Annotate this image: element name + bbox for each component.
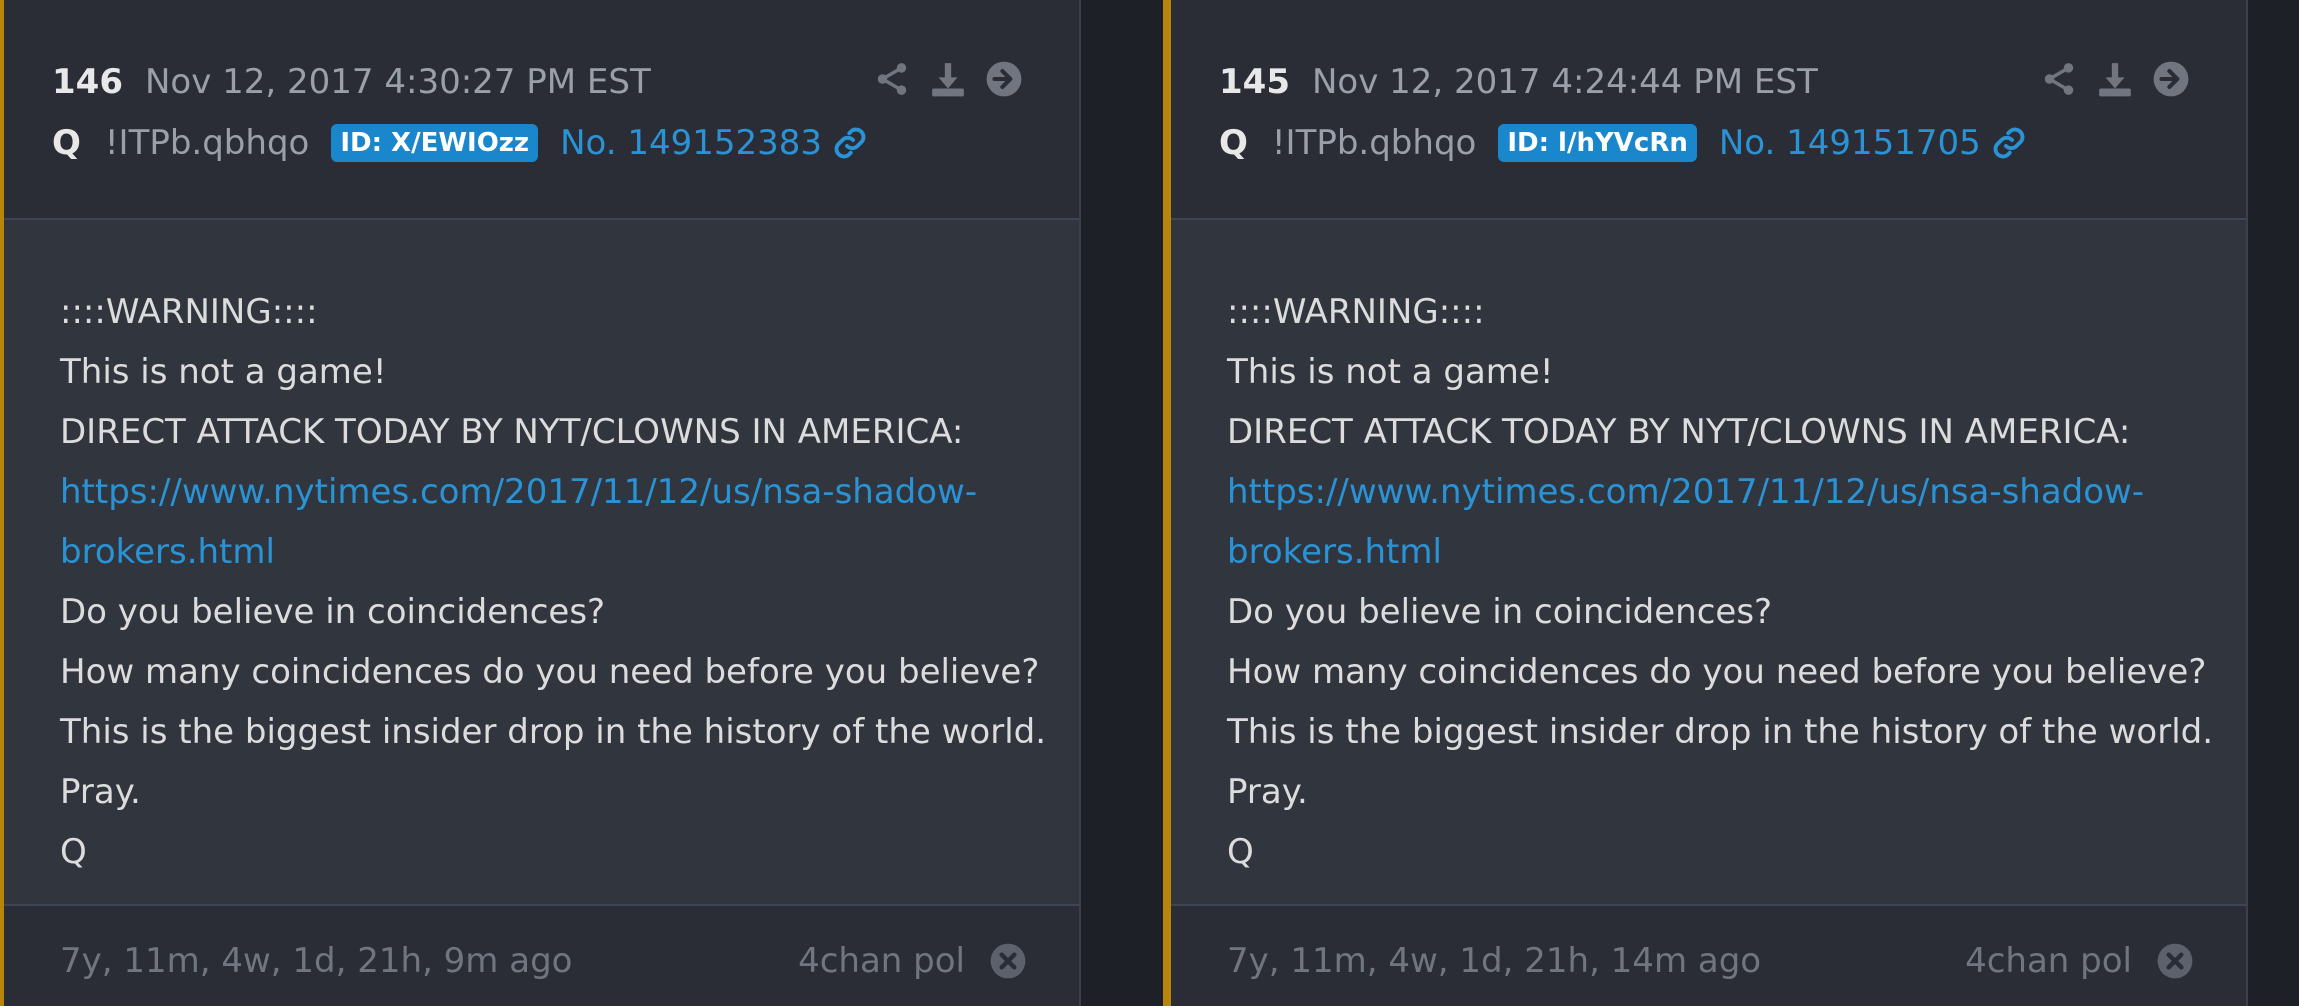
post-header: 146 Nov 12, 2017 4:30:27 PM EST Q !ITPb.… (4, 0, 1079, 220)
post-age: 7y, 11m, 4w, 1d, 21h, 14m ago (1227, 941, 1762, 981)
post-author: Q (52, 123, 81, 163)
message-line: Do you believe in coincidences? (60, 592, 606, 632)
post-footer-row: 7y, 11m, 4w, 1d, 21h, 9m ago 4chan pol (60, 936, 1027, 986)
message-line: Do you believe in coincidences? (1227, 592, 1773, 632)
post-board: 146 Nov 12, 2017 4:30:27 PM EST Q !ITPb.… (0, 0, 2299, 1006)
arrow-right-icon[interactable] (985, 60, 1023, 98)
link-icon[interactable] (1991, 125, 2027, 161)
post-card: 146 Nov 12, 2017 4:30:27 PM EST Q !ITPb.… (0, 0, 1081, 1006)
message-line: Pray. (60, 772, 141, 812)
message-line: This is the biggest insider drop in the … (60, 712, 1047, 752)
download-icon[interactable] (2096, 60, 2134, 98)
poster-id-badge: ID: l/hYVcRn (1498, 124, 1697, 162)
close-circle-icon[interactable] (989, 942, 1027, 980)
post-tripcode: !ITPb.qbhqo (104, 123, 310, 163)
post-author-row: Q !ITPb.qbhqo ID: X/EWIOzz No. 149152383 (52, 118, 868, 168)
message-line: Pray. (1227, 772, 1308, 812)
post-number: 146 (52, 62, 123, 102)
message-link[interactable]: https://www.nytimes.com/2017/11/12/us/ns… (60, 462, 1039, 522)
post-card: 145 Nov 12, 2017 4:24:44 PM EST Q !ITPb.… (1163, 0, 2248, 1006)
post-body: ::::WARNING:::: This is not a game! DIRE… (4, 220, 1079, 906)
post-age: 7y, 11m, 4w, 1d, 21h, 9m ago (60, 941, 573, 981)
post-no-link[interactable]: No. 149152383 (560, 123, 822, 163)
post-footer-row: 7y, 11m, 4w, 1d, 21h, 14m ago 4chan pol (1227, 936, 2194, 986)
post-number: 145 (1219, 62, 1290, 102)
share-icon[interactable] (873, 60, 911, 98)
post-body: ::::WARNING:::: This is not a game! DIRE… (1171, 220, 2246, 906)
message-line: ::::WARNING:::: (60, 292, 318, 332)
post-footer: 7y, 11m, 4w, 1d, 21h, 14m ago 4chan pol (1171, 906, 2246, 1006)
post-meta-row: 146 Nov 12, 2017 4:30:27 PM EST (52, 58, 651, 106)
download-icon[interactable] (929, 60, 967, 98)
poster-id-badge: ID: X/EWIOzz (331, 124, 539, 162)
post-no-link[interactable]: No. 149151705 (1719, 123, 1981, 163)
message-link[interactable]: brokers.html (1227, 522, 2206, 582)
post-header: 145 Nov 12, 2017 4:24:44 PM EST Q !ITPb.… (1171, 0, 2246, 220)
share-icon[interactable] (2040, 60, 2078, 98)
post-actions (2040, 60, 2190, 98)
message-line: Q (1227, 832, 1254, 872)
message-line: Q (60, 832, 87, 872)
post-date: Nov 12, 2017 4:30:27 PM EST (144, 62, 651, 102)
message-line: This is the biggest insider drop in the … (1227, 712, 2214, 752)
link-icon[interactable] (832, 125, 868, 161)
arrow-right-icon[interactable] (2152, 60, 2190, 98)
post-author: Q (1219, 123, 1248, 163)
post-source: 4chan pol (798, 941, 965, 981)
post-meta-row: 145 Nov 12, 2017 4:24:44 PM EST (1219, 58, 1818, 106)
post-actions (873, 60, 1023, 98)
message-link[interactable]: https://www.nytimes.com/2017/11/12/us/ns… (1227, 462, 2206, 522)
post-source: 4chan pol (1965, 941, 2132, 981)
message-line: DIRECT ATTACK TODAY BY NYT/CLOWNS IN AME… (60, 412, 964, 452)
post-tripcode: !ITPb.qbhqo (1271, 123, 1477, 163)
close-circle-icon[interactable] (2156, 942, 2194, 980)
message-line: ::::WARNING:::: (1227, 292, 1485, 332)
message-line: This is not a game! (1227, 352, 1554, 392)
post-date: Nov 12, 2017 4:24:44 PM EST (1311, 62, 1818, 102)
message-line: DIRECT ATTACK TODAY BY NYT/CLOWNS IN AME… (1227, 412, 2131, 452)
post-author-row: Q !ITPb.qbhqo ID: l/hYVcRn No. 149151705 (1219, 118, 2027, 168)
message-line: How many coincidences do you need before… (1227, 652, 2207, 692)
message-line: How many coincidences do you need before… (60, 652, 1040, 692)
message-link[interactable]: brokers.html (60, 522, 1039, 582)
post-message: ::::WARNING:::: This is not a game! DIRE… (1227, 282, 2214, 882)
post-footer: 7y, 11m, 4w, 1d, 21h, 9m ago 4chan pol (4, 906, 1079, 1006)
post-message: ::::WARNING:::: This is not a game! DIRE… (60, 282, 1047, 882)
message-line: This is not a game! (60, 352, 387, 392)
